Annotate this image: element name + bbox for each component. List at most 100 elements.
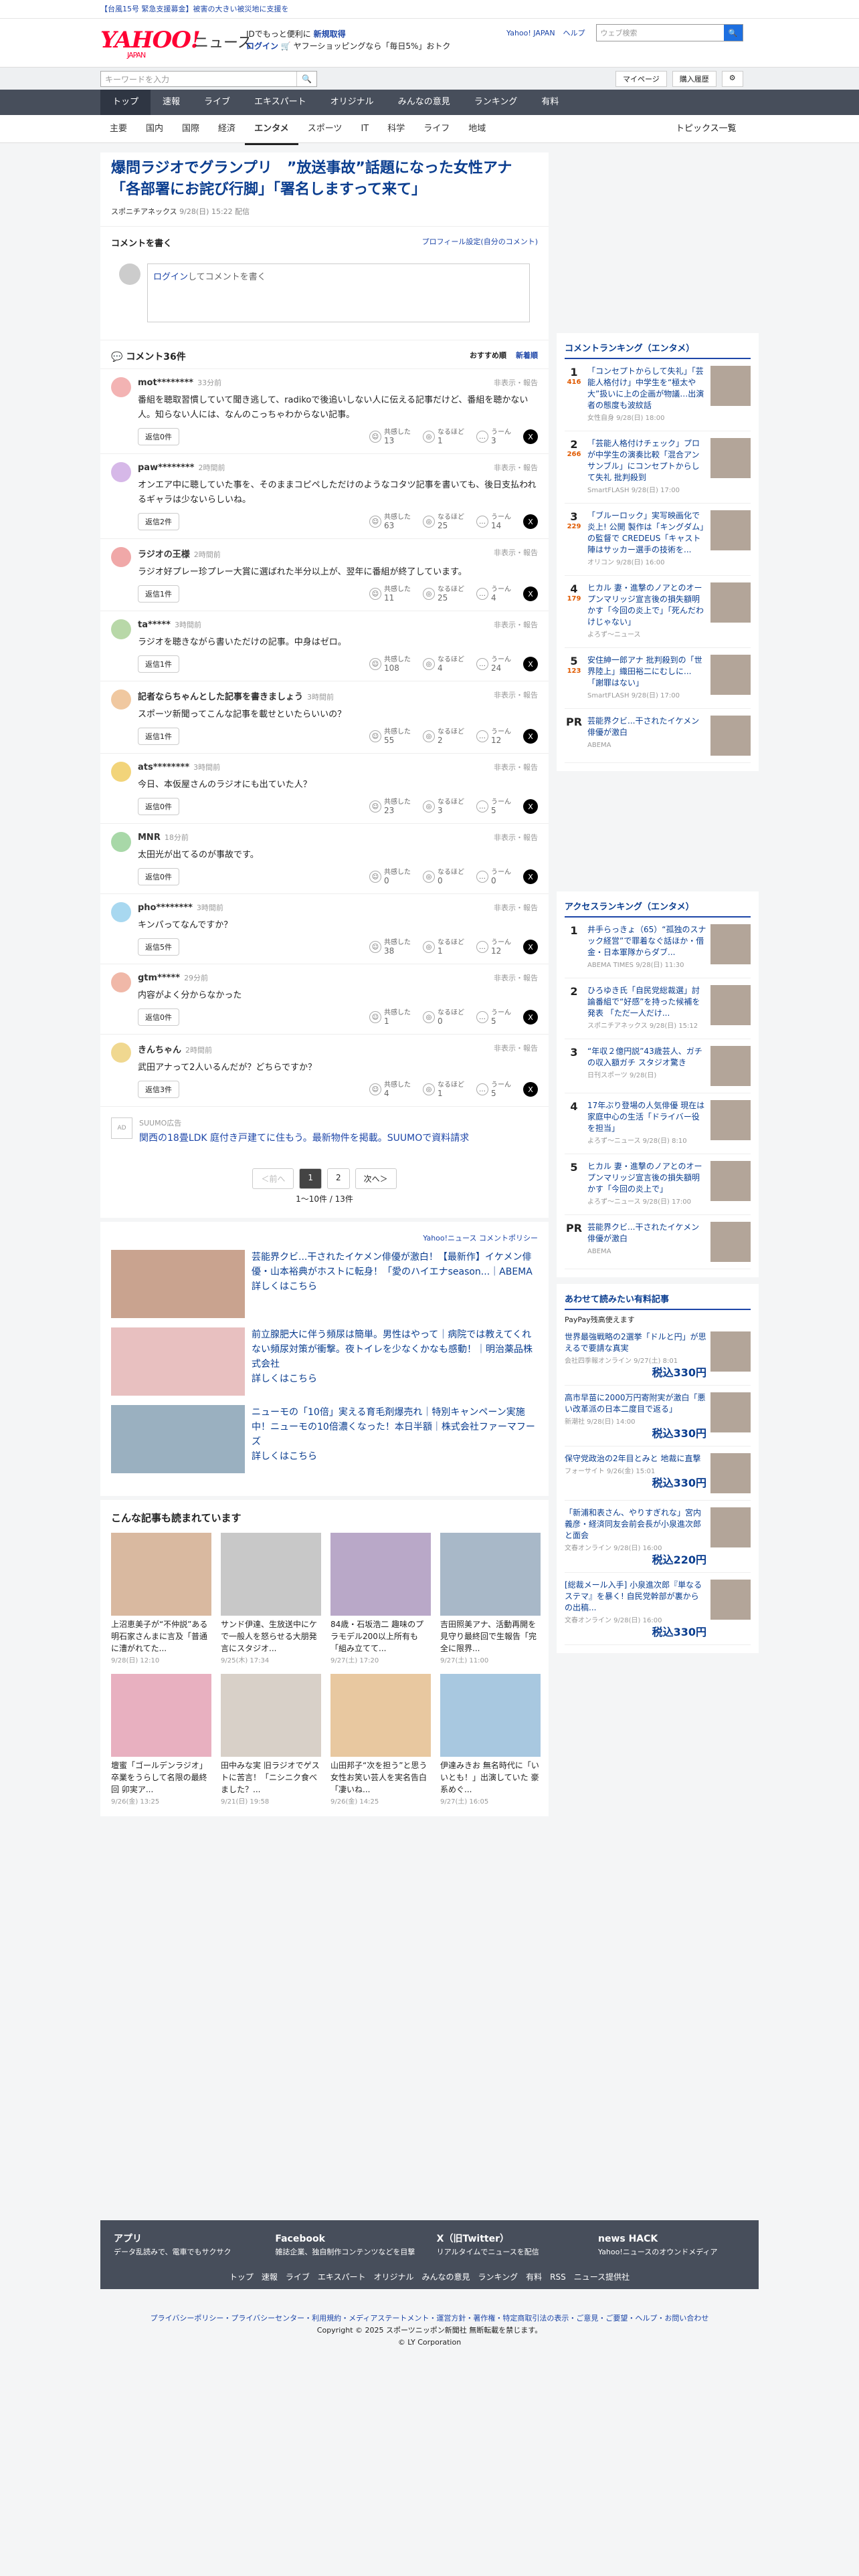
profile-settings-link[interactable]: プロフィール設定(自分のコメント) [422,236,538,249]
ranking-item[interactable]: PR 芸能界クビ...干されたイケメン俳優が激白 ABEMA [565,709,751,763]
reaction-3[interactable]: … うーん 12 [476,728,511,744]
reaction-1[interactable]: ☺ 共感した 55 [369,728,411,744]
reply-button[interactable]: 返信0件 [138,428,179,445]
report-link[interactable]: 非表示・報告 [494,832,538,843]
prev-button[interactable]: ＜前へ [252,1168,294,1189]
related-card[interactable]: 伊達みきお 無名時代に「いいとも！」出演していた 豪系めぐ... 9/27(土) … [440,1674,541,1806]
register-link[interactable]: 新規取得 [314,29,346,39]
rank-title[interactable]: 安住紳一郎アナ 批判殺到の「世界陸上」織田裕二にむしに...「謝罪はない」 Sma… [587,655,706,702]
related-title[interactable]: 上沼恵美子が“不仲説”ある明石家さんまに言及「普通に漕がれてた... [111,1618,211,1654]
reply-button[interactable]: 返信0件 [138,868,179,885]
comment-user[interactable]: pho******** [138,903,193,913]
sort-recommended[interactable]: おすすめ順 [470,350,506,363]
search-icon[interactable]: 🔍 [296,72,316,86]
related-title[interactable]: 84歳・石坂浩二 趣味のプラモデル200以上所有も「組み立てて... [330,1618,431,1654]
x-share-icon[interactable]: X [523,1010,538,1025]
reaction-2[interactable]: ◎ なるほど 3 [423,798,464,815]
rank-title[interactable]: ヒカル 妻・進撃のノアとのオープンマリッジ宣言後の損失額明かす「今回の炎上で」「… [587,582,706,641]
related-card[interactable]: 84歳・石坂浩二 趣味のプラモデル200以上所有も「組み立てて... 9/27(土… [330,1533,431,1665]
comment-textarea[interactable]: ログインしてコメントを書く [147,263,530,322]
ranking-item[interactable]: 5 ヒカル 妻・進撃のノアとのオープンマリッジ宣言後の損失額明かす「今回の炎上で」… [565,1154,751,1215]
cat-entertainment[interactable]: エンタメ [245,115,298,145]
paid-headline[interactable]: [総裁メール入手] 小泉進次郎『単なるステマ』を暴く! 自民党幹部が裏からの出稿… [565,1580,706,1614]
reaction-1[interactable]: ☺ 共感した 13 [369,429,411,445]
reaction-1[interactable]: ☺ 共感した 63 [369,514,411,530]
paid-item[interactable]: 保守党政治の2年目とみと 地裁に直撃 フォーサイト 9/26(金) 15:01 税込… [565,1446,751,1501]
login-link[interactable]: ログイン [153,272,188,282]
cat-sports[interactable]: スポーツ [298,115,352,145]
yahoo-logo[interactable]: YAHOO! JAPAN [100,27,201,60]
reaction-3[interactable]: … うーん 3 [476,429,511,445]
comment-user[interactable]: paw******** [138,463,194,473]
reaction-3[interactable]: … うーん 0 [476,869,511,885]
reaction-2[interactable]: ◎ なるほど 1 [423,939,464,955]
shopping-promo[interactable]: 🛒 ヤフーショッピングなら「毎日5%」おトク [281,41,451,51]
cat-science[interactable]: 科学 [378,115,414,145]
reaction-2[interactable]: ◎ なるほど 25 [423,586,464,602]
ranking-item[interactable]: 2 266 「芸能人格付けチェック」プロが中学生の演奏比較「混合アンサンブル」にコン… [565,431,751,504]
news-label[interactable]: ニュース [194,31,252,52]
policy-links[interactable]: プライバシーポリシー・プライバシーセンター・利用規約・メディアステートメント・運… [100,2313,759,2325]
rank-headline[interactable]: 「ブルーロック」実写映画化で炎上! 公開 製作は「キングダム」の監督で CRED… [587,510,706,556]
ranking-item[interactable]: 3 229 「ブルーロック」実写映画化で炎上! 公開 製作は「キングダム」の監督で … [565,504,751,576]
ranking-item[interactable]: 4 179 ヒカル 妻・進撃のノアとのオープンマリッジ宣言後の損失額明かす「今回の炎… [565,576,751,648]
rank-title[interactable]: 17年ぶり登場の人気俳優 現在は家庭中心の生活「ドライバー役を担当」 よろず〜ニュ… [587,1100,706,1147]
report-link[interactable]: 非表示・報告 [494,619,538,630]
reaction-3[interactable]: … うーん 12 [476,939,511,955]
x-share-icon[interactable]: X [523,429,538,444]
paid-title[interactable]: 高市早苗に2000万円寄附実が激白「悪い改革派の日本二度目で返る」 新潮社 9/2… [565,1392,706,1439]
paid-headline[interactable]: 高市早苗に2000万円寄附実が激白「悪い改革派の日本二度目で返る」 [565,1392,706,1415]
ranking-item[interactable]: 3 “年収２億円説”43歳芸人、ガチの収入額ガチ スタジオ驚き 日刊スポーツ 9/2… [565,1039,751,1093]
report-link[interactable]: 非表示・報告 [494,902,538,913]
paid-title[interactable]: [総裁メール入手] 小泉進次郎『単なるステマ』を暴く! 自民党幹部が裏からの出稿… [565,1580,706,1638]
footer-links[interactable]: トップ 速報 ライブ エキスパート オリジナル みんなの意見 ランキング 有料 … [114,2271,745,2282]
gnav-ranking[interactable]: ランキング [462,90,530,115]
rank-headline[interactable]: 芸能界クビ...干されたイケメン俳優が激白 [587,1222,706,1245]
reply-button[interactable]: 返信0件 [138,1008,179,1026]
report-link[interactable]: 非表示・報告 [494,1043,538,1055]
reaction-3[interactable]: … うーん 5 [476,1009,511,1025]
cat-it[interactable]: IT [351,115,378,145]
reaction-1[interactable]: ☺ 共感した 108 [369,656,411,672]
yahoo-top-link[interactable]: Yahoo! JAPAN [506,29,555,37]
ad-more-link[interactable]: 詳しくはこちら [252,1279,538,1293]
reply-button[interactable]: 返信2件 [138,513,179,530]
comment-policy-link[interactable]: Yahoo!ニュース コメントポリシー [111,1232,538,1243]
footer-col[interactable]: news HACK Yahoo!ニュースのオウンドメディア [598,2234,745,2258]
keyword-input[interactable]: キーワードを入力 [101,72,296,86]
reply-button[interactable]: 返信1件 [138,728,179,745]
report-link[interactable]: 非表示・報告 [494,547,538,560]
reaction-2[interactable]: ◎ なるほど 0 [423,1009,464,1025]
comment-user[interactable]: mot******** [138,378,193,388]
reaction-3[interactable]: … うーん 24 [476,656,511,672]
related-title[interactable]: 田中みな実 旧ラジオでゲストに苦言！「ニシニク食べました？... [221,1759,321,1796]
rank-title[interactable]: 「コンセプトからして失礼」「芸能人格付け」中学生を“極太や大”扱いに上の企画が物… [587,366,706,424]
comment-user[interactable]: 記者ならちゃんとした記事を書きましょう [138,692,303,702]
rank-title[interactable]: “年収２億円説”43歳芸人、ガチの収入額ガチ スタジオ驚き 日刊スポーツ 9/28… [587,1046,706,1086]
paid-item[interactable]: 高市早苗に2000万円寄附実が激白「悪い改革派の日本二度目で返る」 新潮社 9/2… [565,1386,751,1446]
reaction-3[interactable]: … うーん 5 [476,1081,511,1097]
related-title[interactable]: 壇蜜「ゴールデンラジオ」卒業をうらして名限の最終回 卯実ア... [111,1759,211,1796]
cat-life[interactable]: ライフ [414,115,459,145]
reply-button[interactable]: 返信3件 [138,1081,179,1098]
reply-button[interactable]: 返信1件 [138,655,179,673]
related-title[interactable]: 山田邦子“次を担う”と思う女性お笑い芸人を実名告白「凄いね... [330,1759,431,1796]
reaction-2[interactable]: ◎ なるほど 25 [423,514,464,530]
footer-col[interactable]: アプリ データ乱読みで、電車でもサクサク [114,2234,261,2258]
ranking-item[interactable]: PR 芸能界クビ...干されたイケメン俳優が激白 ABEMA [565,1215,751,1269]
article-title[interactable]: 爆問ラジオでグランプリ ”放送事故”話題になった女性アナ「各部署にお詫び行脚」「… [100,152,549,206]
paid-headline[interactable]: 保守党政治の2年目とみと 地裁に直撃 [565,1453,706,1465]
report-link[interactable]: 非表示・報告 [494,972,538,983]
help-link[interactable]: ヘルプ [563,27,585,38]
gnav-flash[interactable]: 速報 [151,90,192,115]
reaction-2[interactable]: ◎ なるほど 2 [423,728,464,744]
x-share-icon[interactable]: X [523,799,538,814]
paid-item[interactable]: 世界最強戦略の2選挙「ドルと円」が思えるで要請な真実 会社四季報オンライン 9/2… [565,1325,751,1386]
reaction-2[interactable]: ◎ なるほど 4 [423,656,464,672]
report-link[interactable]: 非表示・報告 [494,377,538,388]
rank-title[interactable]: 井手らっきょ（65）“孤独のスナック経営”で罪着なぐ話ほか・借金・日本軍隊からダ… [587,924,706,971]
paid-headline[interactable]: 世界最強戦略の2選挙「ドルと円」が思えるで要請な真実 [565,1331,706,1354]
rank-headline[interactable]: 芸能界クビ...干されたイケメン俳優が激白 [587,716,706,738]
reaction-2[interactable]: ◎ なるほど 0 [423,869,464,885]
sort-newest[interactable]: 新着順 [516,350,538,363]
